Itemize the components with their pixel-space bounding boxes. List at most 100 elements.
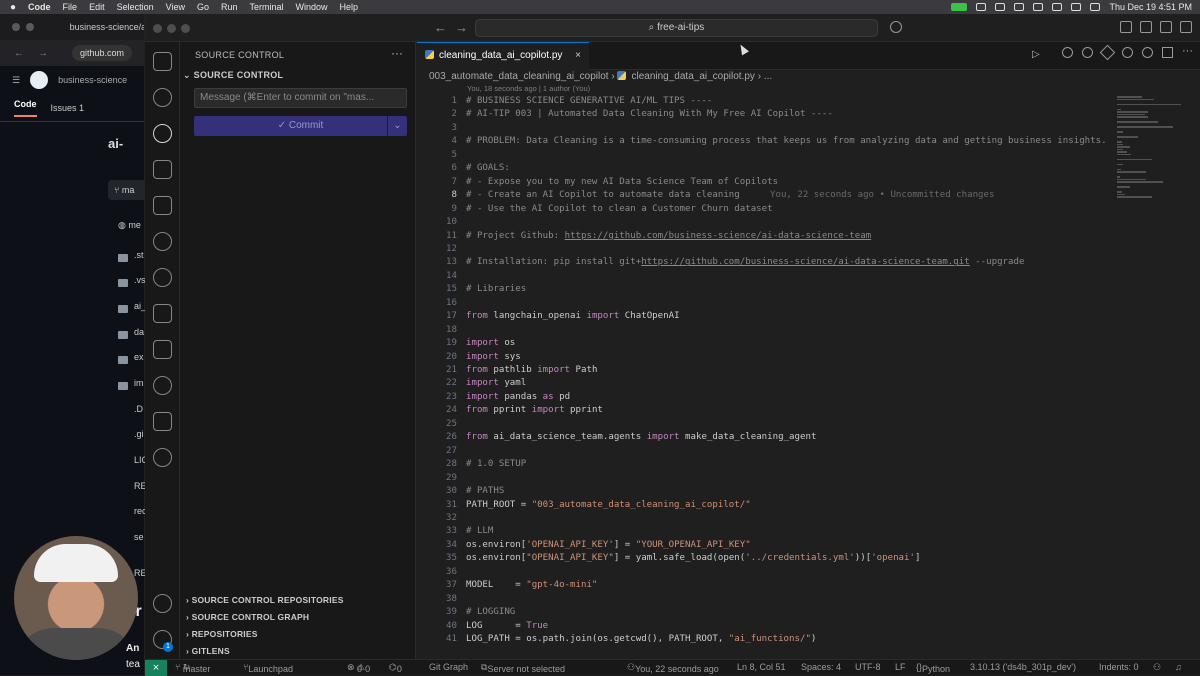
file-row[interactable]: ex: [134, 352, 144, 362]
remote-indicator[interactable]: ⨯: [145, 660, 167, 676]
search-icon[interactable]: [153, 88, 172, 107]
file-row[interactable]: da: [134, 327, 144, 337]
line-number[interactable]: 28: [417, 459, 457, 469]
line-number[interactable]: 4: [417, 136, 457, 146]
split-editor-icon[interactable]: [1162, 47, 1173, 58]
previous-change-icon[interactable]: [1099, 44, 1116, 61]
line-number[interactable]: 31: [417, 500, 457, 510]
code-line[interactable]: # - Expose you to my new AI Data Science…: [466, 177, 778, 187]
code-line[interactable]: # LLM: [466, 526, 493, 536]
browser-url[interactable]: github.com: [72, 45, 133, 61]
menu-icon[interactable]: ☰: [12, 75, 20, 86]
line-number[interactable]: 16: [417, 298, 457, 308]
branch-status[interactable]: ⑂ master ↻: [175, 662, 210, 674]
line-number[interactable]: 25: [417, 419, 457, 429]
line-number[interactable]: 11: [417, 231, 457, 241]
line-number[interactable]: 36: [417, 567, 457, 577]
line-number[interactable]: 34: [417, 540, 457, 550]
github-logo-icon[interactable]: [30, 71, 49, 89]
code-line[interactable]: # Installation: pip install git+https://…: [466, 257, 1024, 267]
notifications-icon[interactable]: ♫: [1175, 662, 1182, 672]
interpreter-status[interactable]: 3.10.13 ('ds4b_301p_dev'): [970, 662, 1076, 672]
kubernetes-icon[interactable]: [153, 376, 172, 395]
tab-code[interactable]: Code: [14, 99, 37, 117]
indents-status[interactable]: Indents: 0: [1099, 662, 1139, 672]
code-line[interactable]: os.environ["OPENAI_API_KEY"] = yaml.safe…: [466, 553, 920, 563]
toggle-sidebar-icon[interactable]: [1120, 21, 1132, 33]
folder-icon[interactable]: [153, 412, 172, 431]
explorer-icon[interactable]: [153, 52, 172, 71]
code-line[interactable]: LOG = True: [466, 621, 548, 631]
file-row[interactable]: .vs: [134, 275, 146, 285]
copilot-icon[interactable]: [1014, 3, 1025, 11]
section-graph[interactable]: › SOURCE CONTROL GRAPH: [186, 612, 309, 622]
window-minimize-button[interactable]: [167, 24, 176, 33]
code-line[interactable]: import os: [466, 338, 515, 348]
menu-edit[interactable]: Edit: [89, 2, 105, 12]
menu-selection[interactable]: Selection: [117, 2, 154, 12]
python-icon[interactable]: [153, 268, 172, 287]
minimap[interactable]: [1117, 96, 1187, 276]
code-line[interactable]: from pathlib import Path: [466, 365, 597, 375]
command-center[interactable]: ⌕ free-ai-tips: [475, 19, 878, 37]
code-line[interactable]: # Project Github: https://github.com/bus…: [466, 231, 871, 241]
tab-issues[interactable]: Issues 1: [51, 103, 85, 113]
line-number[interactable]: 41: [417, 634, 457, 644]
extensions-icon[interactable]: [153, 160, 172, 179]
line-number[interactable]: 32: [417, 513, 457, 523]
line-number[interactable]: 7: [417, 177, 457, 187]
map-icon[interactable]: [153, 196, 172, 215]
recording-icon[interactable]: [951, 3, 968, 11]
wifi-icon[interactable]: [1052, 3, 1063, 11]
toggle-panel-icon[interactable]: [1140, 21, 1152, 33]
file-row[interactable]: .D: [134, 404, 143, 414]
line-number[interactable]: 24: [417, 405, 457, 415]
apple-icon[interactable]: ●: [10, 2, 16, 13]
line-number[interactable]: 12: [417, 244, 457, 254]
code-line[interactable]: # 1.0 SETUP: [466, 459, 526, 469]
breadcrumb-file[interactable]: cleaning_data_ai_copilot.py: [631, 71, 754, 82]
line-number[interactable]: 13: [417, 257, 457, 267]
line-number[interactable]: 14: [417, 271, 457, 281]
more-actions-icon[interactable]: ···: [1182, 45, 1193, 57]
customize-layout-icon[interactable]: [1180, 21, 1192, 33]
code-line[interactable]: import yaml: [466, 378, 526, 388]
commit-message-input[interactable]: Message (⌘Enter to commit on "mas...: [194, 88, 407, 108]
code-line[interactable]: # GOALS:: [466, 163, 510, 173]
toggle-secondary-sidebar-icon[interactable]: [1160, 21, 1172, 33]
menu-run[interactable]: Run: [221, 2, 238, 12]
server-status[interactable]: ⧉ Server not selected: [481, 662, 565, 674]
gitlens-inspect-icon[interactable]: [1142, 47, 1153, 58]
browser-min-dot[interactable]: [25, 23, 34, 31]
blame-codelens[interactable]: You, 18 seconds ago | 1 author (You): [467, 84, 590, 93]
line-number[interactable]: 23: [417, 392, 457, 402]
line-number[interactable]: 26: [417, 432, 457, 442]
line-number[interactable]: 17: [417, 311, 457, 321]
editor-tab[interactable]: cleaning_data_ai_copilot.py ×: [417, 42, 589, 70]
commit-button[interactable]: ✓ Commit ⌄: [194, 116, 407, 136]
gitlens-icon[interactable]: [153, 448, 172, 467]
blame-status[interactable]: ⚇ You, 22 seconds ago: [627, 662, 719, 674]
breadcrumb-folder[interactable]: 003_automate_data_cleaning_ai_copilot: [429, 71, 609, 82]
close-icon[interactable]: ×: [575, 43, 581, 69]
language-status[interactable]: {} Python: [916, 662, 950, 674]
branch-select[interactable]: ⑂ ma: [108, 180, 148, 200]
open-changes-icon[interactable]: [1082, 47, 1093, 58]
line-number[interactable]: 18: [417, 325, 457, 335]
menubar-clock[interactable]: Thu Dec 19 4:51 PM: [1109, 2, 1192, 12]
code-line[interactable]: LOG_PATH = os.path.join(os.getcwd(), PAT…: [466, 634, 816, 644]
line-number[interactable]: 8: [417, 190, 457, 200]
cloud-icon[interactable]: [1033, 3, 1044, 11]
ports-status[interactable]: ⌬ 0: [389, 662, 402, 674]
window-zoom-button[interactable]: [181, 24, 190, 33]
section-repositories[interactable]: › REPOSITORIES: [186, 629, 258, 639]
file-row[interactable]: se: [134, 532, 144, 542]
line-number[interactable]: 20: [417, 352, 457, 362]
problems-status[interactable]: ⊗ 0 ⚠ 0: [347, 662, 370, 674]
code-line[interactable]: import sys: [466, 352, 521, 362]
timeline-icon[interactable]: [1062, 47, 1073, 58]
copilot-status-icon[interactable]: ⚇: [1153, 662, 1161, 673]
gear-icon[interactable]: [995, 3, 1006, 11]
code-line[interactable]: from ai_data_science_team.agents import …: [466, 432, 816, 442]
back-icon[interactable]: ←: [434, 20, 447, 35]
